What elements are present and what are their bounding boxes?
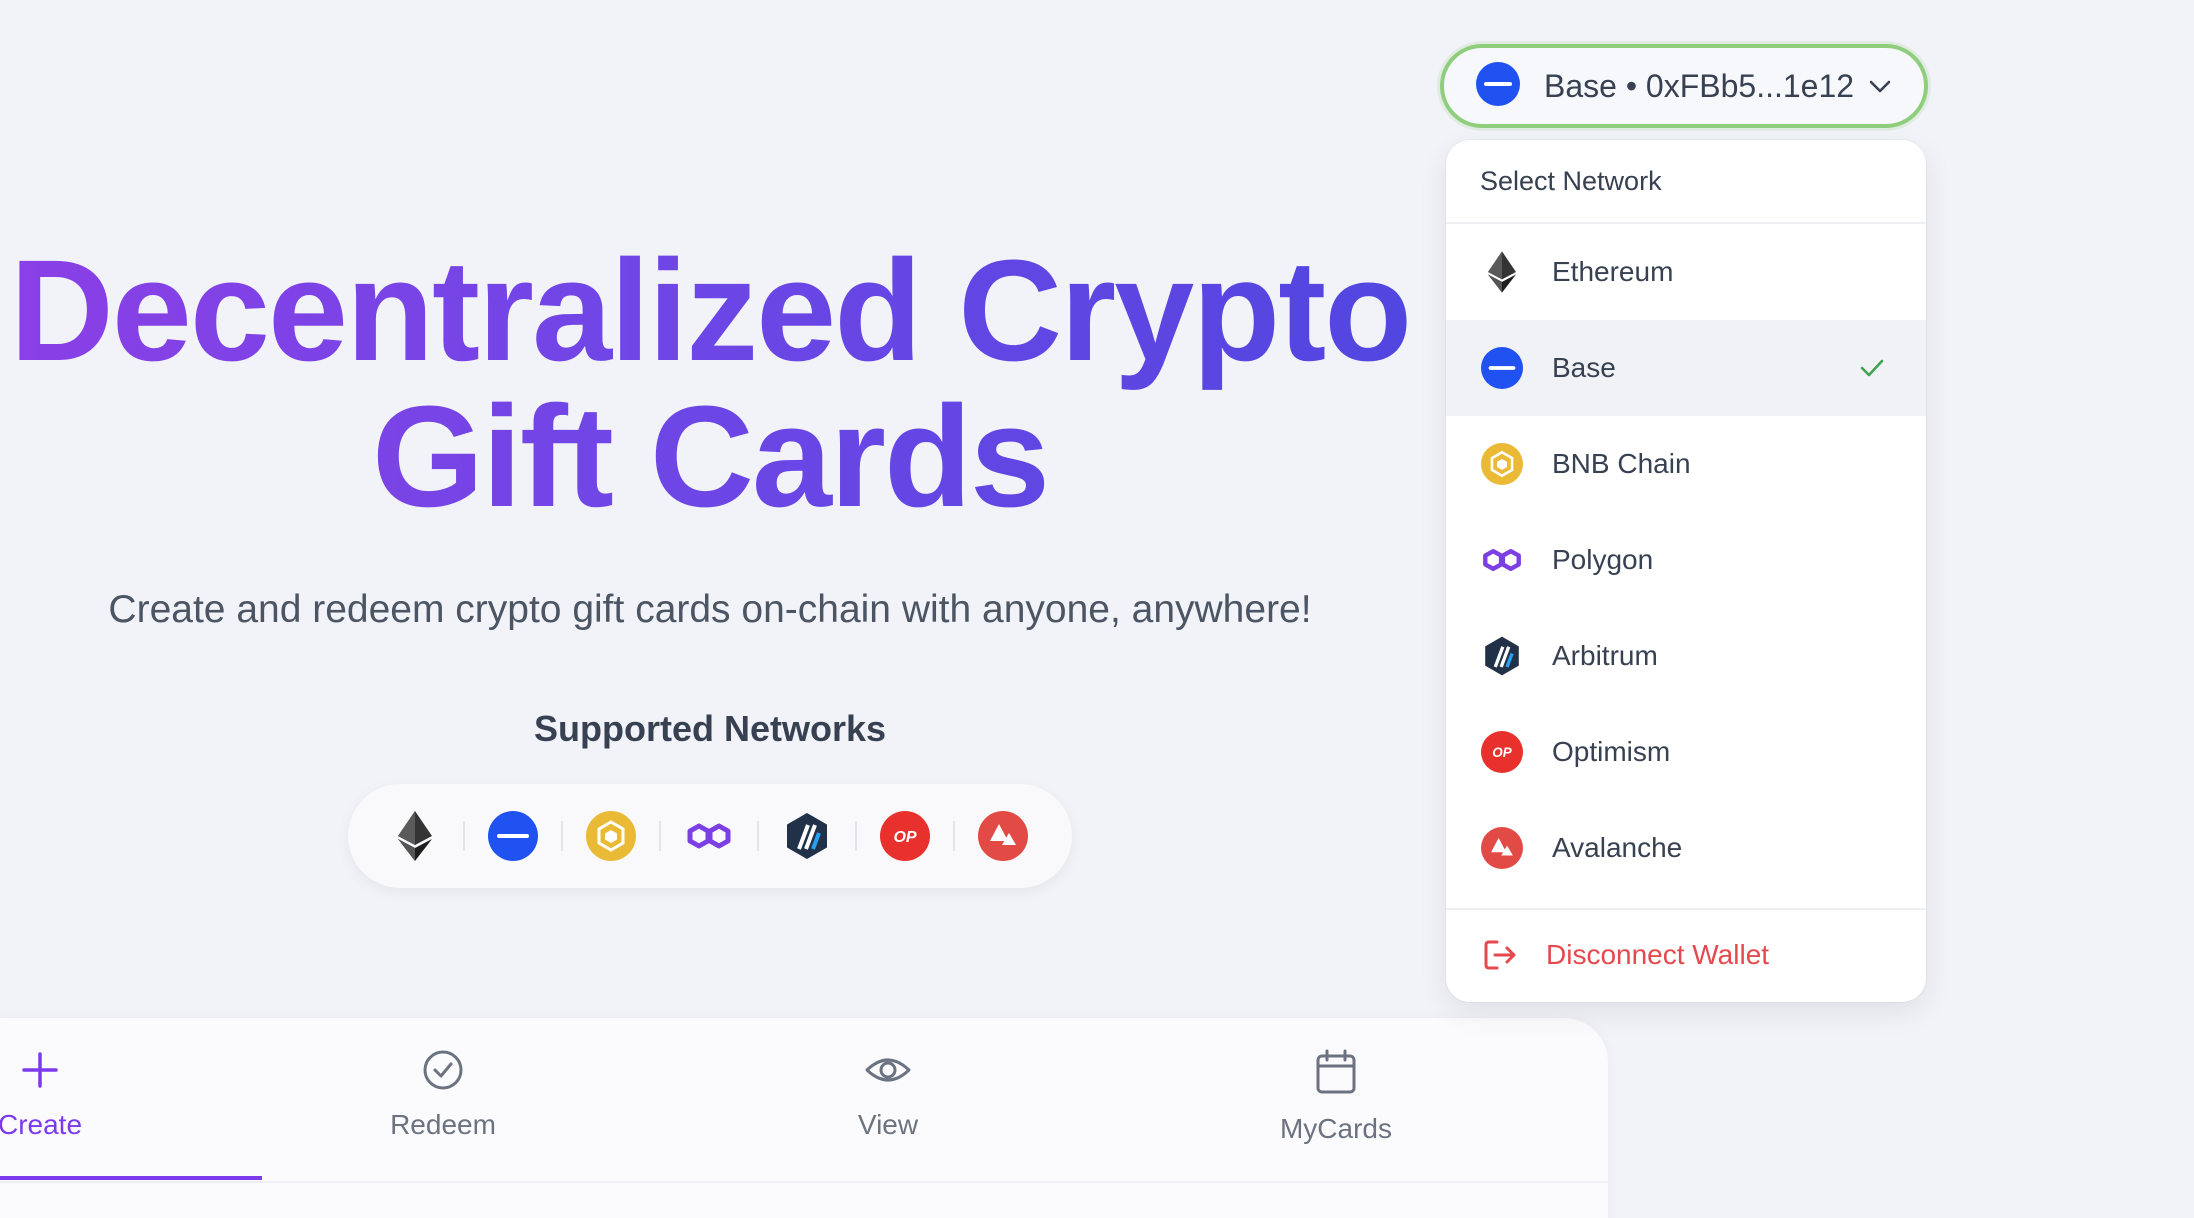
svg-text:OP: OP	[1492, 745, 1511, 760]
separator	[855, 821, 857, 851]
tab-mycards[interactable]: MyCards	[1226, 1048, 1446, 1145]
disconnect-wallet-button[interactable]: Disconnect Wallet	[1446, 910, 1926, 1000]
separator	[463, 821, 465, 851]
ethereum-icon	[390, 811, 440, 861]
network-option-label: Arbitrum	[1552, 640, 1658, 671]
arbitrum-icon	[782, 811, 832, 861]
wallet-label: Base • 0xFBb5...1e12	[1544, 67, 1855, 104]
eye-icon	[864, 1048, 912, 1097]
network-option-bnb-chain[interactable]: BNB Chain	[1446, 416, 1926, 512]
base-icon	[488, 811, 538, 861]
tab-redeem[interactable]: Redeem	[333, 1048, 553, 1141]
tab-divider	[0, 1181, 1608, 1183]
separator	[953, 821, 955, 851]
logout-icon	[1480, 935, 1520, 975]
network-option-avalanche[interactable]: Avalanche	[1446, 800, 1926, 896]
tab-label: MyCards	[1279, 1113, 1392, 1144]
active-tab-indicator	[0, 1176, 262, 1180]
bnb-chain-icon	[586, 811, 636, 861]
tab-create[interactable]: Create	[0, 1048, 150, 1141]
separator	[659, 821, 661, 851]
network-option-optimism[interactable]: OP Optimism	[1446, 704, 1926, 800]
tab-view[interactable]: View	[778, 1048, 998, 1141]
network-dropdown: Select Network Ethereum Base BNB Chain P…	[1446, 140, 1926, 1002]
avalanche-icon	[1480, 826, 1524, 870]
tab-label: View	[857, 1109, 919, 1140]
hero-subtitle: Create and redeem crypto gift cards on-c…	[108, 588, 1312, 631]
wallet-network-button[interactable]: Base • 0xFBb5...1e12	[1440, 44, 1928, 128]
hero-title-line1: Decentralized Crypto	[9, 230, 1411, 391]
network-option-ethereum[interactable]: Ethereum	[1446, 224, 1926, 320]
hero-title-line2: Gift Cards	[371, 376, 1049, 537]
disconnect-label: Disconnect Wallet	[1546, 939, 1770, 970]
network-option-label: Ethereum	[1552, 256, 1674, 287]
calendar-icon	[1314, 1048, 1358, 1101]
ethereum-icon	[1480, 250, 1524, 294]
tab-label: Create	[0, 1109, 83, 1140]
check-circle-icon	[421, 1048, 465, 1097]
polygon-icon	[684, 811, 734, 861]
network-option-label: BNB Chain	[1552, 448, 1691, 479]
page: Decentralized Crypto Gift Cards Create a…	[0, 0, 2194, 1218]
tab-label: Redeem	[390, 1109, 496, 1140]
optimism-icon: OP	[880, 811, 930, 861]
arbitrum-icon	[1480, 634, 1524, 678]
network-option-arbitrum[interactable]: Arbitrum	[1446, 608, 1926, 704]
separator	[561, 821, 563, 851]
svg-text:OP: OP	[893, 829, 916, 846]
network-option-label: Avalanche	[1552, 832, 1683, 863]
tab-bar: Create Redeem View MyCards	[0, 1018, 1608, 1218]
base-icon	[1476, 61, 1520, 111]
plus-icon	[18, 1048, 62, 1097]
network-option-polygon[interactable]: Polygon	[1446, 512, 1926, 608]
supported-networks-strip: OP	[348, 784, 1072, 888]
chevron-down-icon	[1866, 72, 1894, 105]
polygon-icon	[1480, 538, 1524, 582]
hero-title: Decentralized Crypto Gift Cards	[0, 238, 1440, 530]
network-option-base[interactable]: Base	[1446, 320, 1926, 416]
network-option-label: Base	[1552, 352, 1616, 383]
bnb-chain-icon	[1480, 442, 1524, 486]
network-option-label: Optimism	[1552, 736, 1671, 767]
supported-networks-title: Supported Networks	[533, 708, 887, 749]
checkmark-icon	[1858, 354, 1886, 389]
optimism-icon: OP	[1480, 730, 1524, 774]
separator	[757, 821, 759, 851]
base-icon	[1480, 346, 1524, 390]
dropdown-header: Select Network	[1446, 140, 1926, 224]
network-option-label: Polygon	[1552, 544, 1654, 575]
avalanche-icon	[978, 811, 1028, 861]
